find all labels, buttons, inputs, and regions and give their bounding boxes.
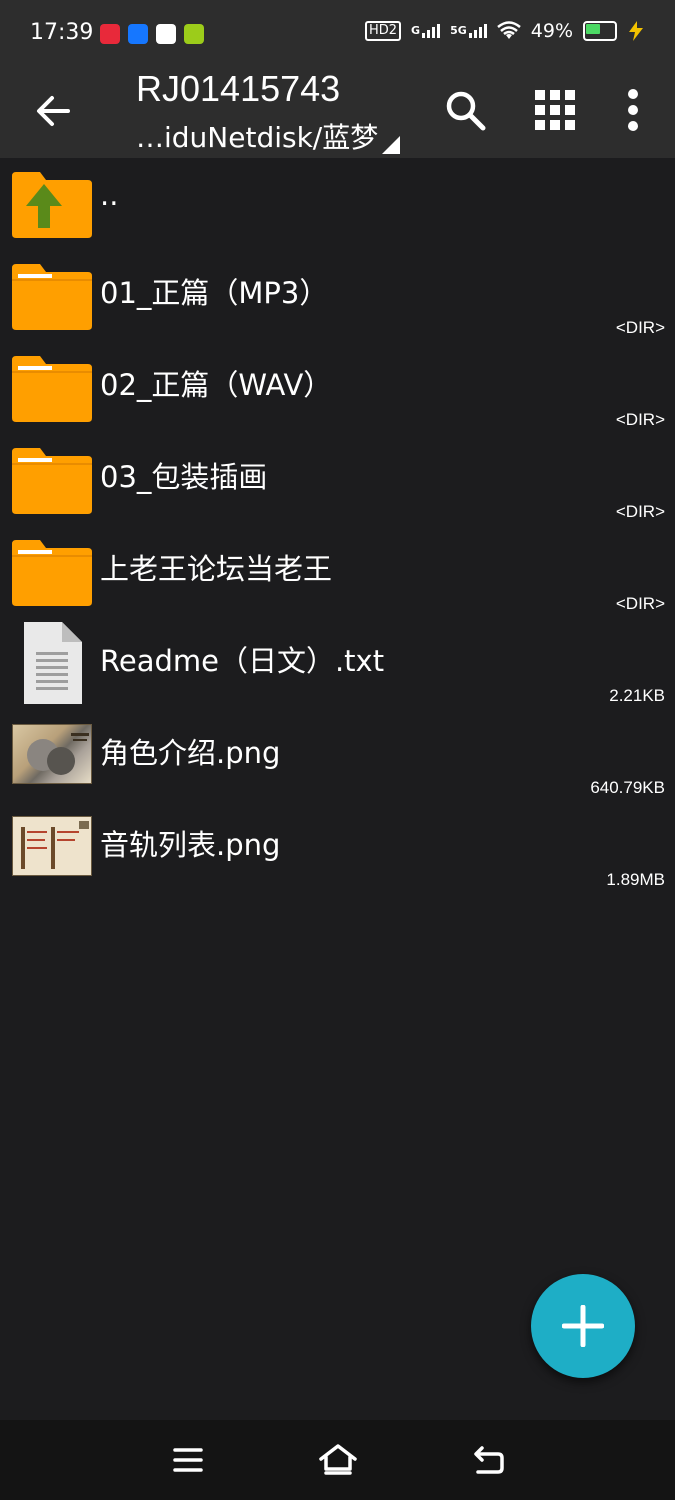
path-label: …iduNetdisk/蓝梦 (136, 121, 379, 154)
back-arrow-icon (37, 96, 70, 126)
back-button[interactable] (26, 84, 80, 138)
signal-5g-icon: 5G (450, 24, 487, 38)
list-item-folder[interactable]: 上老王论坛当老王 <DIR> (0, 526, 675, 618)
status-right: HD2 G 5G 49% (364, 20, 645, 42)
app-bar: RJ01415743 …iduNetdisk/蓝梦 (0, 64, 675, 158)
path-dropdown[interactable]: …iduNetdisk/蓝梦 (136, 116, 401, 156)
cloud-notification-icon (156, 24, 176, 44)
list-item-folder[interactable]: 02_正篇（WAV） <DIR> (0, 342, 675, 434)
list-item-file[interactable]: 角色介绍.png 640.79KB (0, 710, 675, 802)
file-name: Readme（日文）.txt (100, 644, 385, 678)
list-item-file[interactable]: 音轨列表.png 1.89MB (0, 802, 675, 894)
battery-percent: 49% (530, 20, 573, 42)
battery-icon (583, 21, 617, 41)
system-nav-bar (0, 1420, 675, 1500)
file-meta: <DIR> (615, 594, 665, 613)
folder-icon (12, 540, 92, 606)
signal-g-icon: G (411, 24, 441, 38)
file-name: 03_包装插画 (100, 460, 268, 494)
more-vert-icon (628, 89, 638, 131)
search-button[interactable] (437, 82, 493, 138)
more-options-button[interactable] (605, 82, 661, 138)
file-name: 音轨列表.png (100, 828, 281, 862)
text-file-icon (24, 622, 82, 704)
file-list: .. 01_正篇（MP3） <DIR> 02_正篇（WAV） <DIR> 03_… (0, 158, 675, 894)
hd-icon: HD2 (364, 21, 402, 41)
list-item-folder[interactable]: 01_正篇（MP3） <DIR> (0, 250, 675, 342)
file-meta: 640.79KB (590, 778, 665, 797)
file-meta: <DIR> (615, 410, 665, 429)
folder-icon (12, 356, 92, 422)
game-notification-icon (184, 24, 204, 44)
menu-icon (173, 1448, 203, 1472)
folder-icon (12, 448, 92, 514)
list-item-parent[interactable]: .. (0, 158, 675, 250)
alipay-notification-icon (128, 24, 148, 44)
charging-icon (629, 21, 643, 41)
file-name: 角色介绍.png (100, 736, 281, 770)
file-meta: 1.89MB (606, 870, 665, 889)
dropdown-triangle-icon (382, 136, 401, 154)
plus-icon (562, 1305, 604, 1347)
notification-icons (100, 24, 204, 44)
status-time: 17:39 (30, 20, 94, 45)
file-name: .. (100, 178, 119, 212)
file-name: 02_正篇（WAV） (100, 368, 333, 402)
back-nav-button[interactable] (466, 1440, 510, 1480)
menu-nav-button[interactable] (166, 1440, 210, 1480)
add-button[interactable] (531, 1274, 635, 1378)
home-icon (319, 1444, 357, 1475)
page-title: RJ01415743 (136, 68, 341, 109)
list-item-file[interactable]: Readme（日文）.txt 2.21KB (0, 618, 675, 710)
file-meta: <DIR> (615, 318, 665, 337)
file-name: 上老王论坛当老王 (100, 552, 333, 586)
file-meta: <DIR> (615, 502, 665, 521)
image-thumbnail (12, 816, 92, 876)
folder-icon (12, 264, 92, 330)
parent-folder-icon (12, 172, 92, 238)
file-name: 01_正篇（MP3） (100, 276, 329, 310)
grid-view-button[interactable] (527, 82, 583, 138)
thumbnail-art-icon (13, 817, 91, 875)
grid-view-icon (535, 90, 575, 130)
image-thumbnail (12, 724, 92, 784)
file-meta: 2.21KB (609, 686, 665, 705)
wifi-icon (496, 21, 521, 39)
search-icon (446, 91, 486, 131)
return-icon (474, 1446, 504, 1474)
thumbnail-art-icon (27, 733, 89, 775)
home-nav-button[interactable] (316, 1440, 360, 1480)
list-item-folder[interactable]: 03_包装插画 <DIR> (0, 434, 675, 526)
status-bar: 17:39 HD2 G 5G 49% (0, 0, 675, 64)
app-notification-icon (100, 24, 120, 44)
